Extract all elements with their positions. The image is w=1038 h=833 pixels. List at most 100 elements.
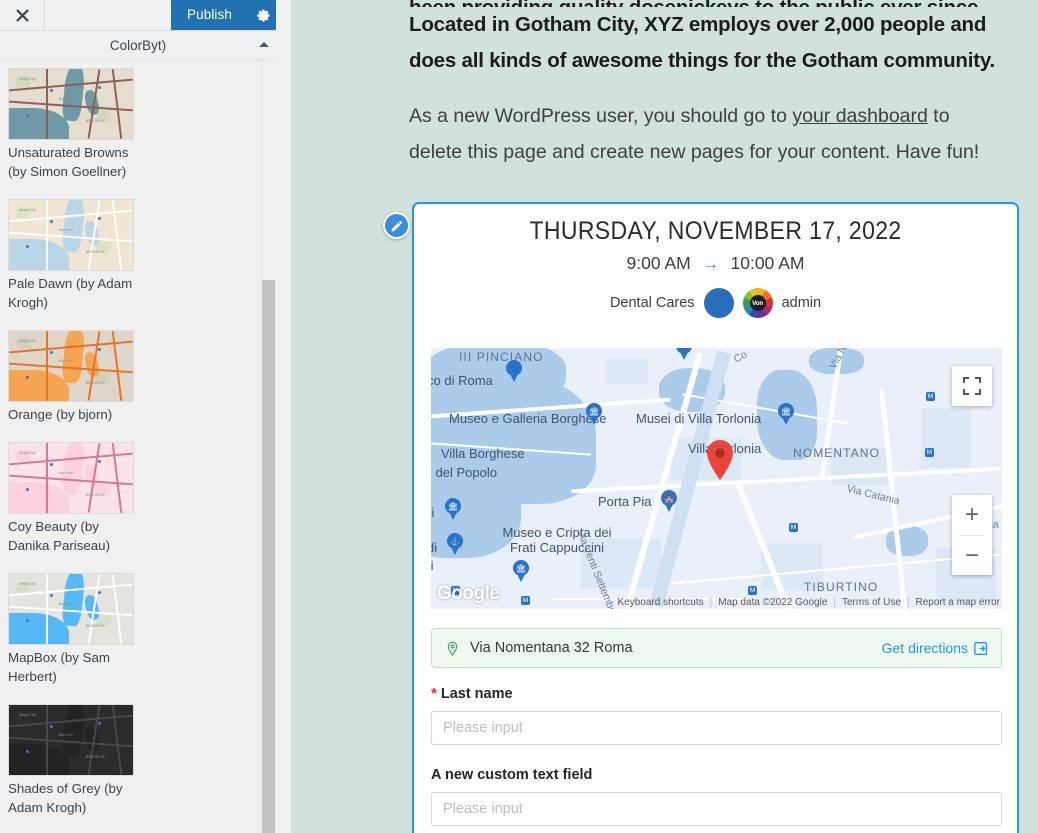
map-poi-pin[interactable]: 🏛 (445, 498, 461, 520)
map-poi-pin[interactable]: ⚓ (447, 533, 463, 555)
service-name: Dental Cares (610, 295, 695, 311)
edit-appointment-button[interactable] (383, 212, 410, 239)
map-area-label: III PINCIANO (459, 350, 544, 365)
map-data-attribution: Map data ©2022 Google (718, 597, 827, 608)
form-field-label: *Last name (431, 686, 1002, 702)
map-metro-icon: M (926, 392, 935, 401)
map-zoom-in-button[interactable]: + (952, 495, 992, 535)
map-poi-pin[interactable]: 🏛 (586, 403, 602, 425)
appointment-time-range: 9:00 AM → 10:00 AM (414, 253, 1017, 274)
customizer-section-header[interactable]: ColorByt) (0, 31, 276, 60)
keyboard-shortcuts-link[interactable]: Keyboard shortcuts (617, 597, 703, 608)
map-style-label: Unsaturated Browns (by Simon Goellner) (8, 143, 134, 181)
sidebar-scrollbar-thumb[interactable] (262, 280, 275, 833)
staff-avatar-initials: Von (750, 295, 766, 311)
intro-paragraph: As a new WordPress user, you should go t… (409, 98, 1004, 170)
map-poi-pin[interactable]: 🏛 (513, 560, 529, 582)
red-map-marker-icon (706, 440, 734, 480)
map-metro-icon: M (925, 448, 934, 457)
map-place-label: co di Roma (431, 373, 493, 388)
address-bar: Via Nomentana 32 Roma Get directions (431, 628, 1002, 668)
close-customizer-button[interactable] (0, 0, 45, 30)
terms-of-use-link[interactable]: Terms of Use (842, 597, 901, 608)
map-metro-icon: M (748, 586, 757, 595)
map-place-label: ci (431, 505, 434, 520)
map-style-option[interactable]: Jersey CityNew YorkBROOKLYNUnsaturated B… (8, 68, 134, 181)
form-field: A new custom text field (431, 767, 1002, 826)
form-field-label: A new custom text field (431, 767, 1002, 783)
appointment-card: THURSDAY, NOVEMBER 17, 2022 9:00 AM → 10… (412, 202, 1019, 833)
intro-bold-line-3: does all kinds of awesome things for the… (409, 49, 995, 72)
chevron-up-icon[interactable] (259, 42, 269, 47)
divider: | (907, 597, 910, 608)
publish-settings-button[interactable] (246, 0, 280, 30)
map-place-label: Museo e Galleria Borghese (449, 411, 607, 426)
customizer-header: Publish (0, 0, 291, 31)
map-place-label: di (431, 540, 437, 555)
publish-button[interactable]: Publish (171, 0, 246, 30)
map-place-label: i del Popolo (431, 465, 497, 480)
theme-customizer-panel: Publish ColorByt) Jersey CityNew YorkBRO… (0, 0, 291, 833)
get-directions-link[interactable]: Get directions (882, 640, 989, 656)
report-map-error-link[interactable]: Report a map error (916, 597, 1000, 608)
external-link-icon (974, 641, 989, 656)
map-credits: Keyboard shortcuts | Map data ©2022 Goog… (617, 597, 1000, 608)
dashboard-link[interactable]: your dashboard (792, 105, 928, 127)
map-area-label: NOMENTANO (793, 446, 880, 461)
map-poi-pin[interactable] (676, 348, 692, 360)
appointment-location-map[interactable]: III PINCIANO co di Roma Museo e Galleria… (431, 348, 1002, 609)
map-style-label: Pale Dawn (by Adam Krogh) (8, 274, 134, 312)
gear-icon (256, 8, 271, 23)
map-style-option[interactable]: Jersey CityNew YorkBROOKLYNCoy Beauty (b… (8, 442, 134, 555)
map-poi-pin[interactable]: 🏰 (661, 490, 677, 512)
map-style-option[interactable]: Jersey CityNew YorkBROOKLYNShades of Gre… (8, 704, 134, 817)
service-avatar (704, 288, 734, 318)
form-text-input[interactable] (431, 792, 1002, 826)
map-style-option[interactable]: Jersey CityNew YorkBROOKLYNPale Dawn (by… (8, 199, 134, 312)
map-style-label: Shades of Grey (by Adam Krogh) (8, 779, 134, 817)
map-poi-pin[interactable]: 🐾 (506, 360, 522, 382)
map-style-thumbnail: Jersey CityNew YorkBROOKLYN (8, 442, 134, 514)
map-metro-icon: M (789, 523, 798, 532)
map-style-grid: Jersey CityNew YorkBROOKLYNUnsaturated B… (0, 60, 276, 833)
form-field-label-text: A new custom text field (431, 767, 592, 783)
map-style-thumbnail: Jersey CityNew YorkBROOKLYN (8, 330, 134, 402)
map-area-label: TIBURTINO (804, 580, 878, 595)
map-metro-icon: M (521, 596, 530, 605)
map-place-label: Musei di Villa Torlonia (636, 411, 761, 426)
map-style-thumbnail: Jersey CityNew YorkBROOKLYN (8, 704, 134, 776)
appointment-date: THURSDAY, NOVEMBER 17, 2022 (438, 217, 993, 246)
arrow-right-icon: → (696, 256, 726, 273)
map-zoom-out-button[interactable]: − (952, 536, 992, 576)
staff-name: admin (782, 295, 822, 311)
appointment-location-marker[interactable] (706, 440, 734, 480)
address-left-group: Via Nomentana 32 Roma (445, 640, 882, 656)
map-style-thumbnail: Jersey CityNew YorkBROOKLYN (8, 573, 134, 645)
intro-bold-line-1: been providing quality dosenickeys to th… (409, 0, 1004, 7)
google-logo: Google (437, 583, 499, 605)
divider: | (833, 597, 836, 608)
intro-para-before: As a new WordPress user, you should go t… (409, 105, 792, 127)
map-block (606, 358, 648, 384)
section-title: ColorByt) (110, 38, 166, 53)
map-style-option[interactable]: Jersey CityNew YorkBROOKLYN Orange (by bj… (8, 330, 134, 424)
map-style-label: Coy Beauty (by Danika Pariseau) (8, 517, 134, 555)
form-field: *Last name (431, 686, 1002, 745)
intro-text-block: been providing quality dosenickeys to th… (409, 0, 1004, 170)
map-style-option[interactable]: Jersey CityNew YorkBROOKLYNMapBox (by Sa… (8, 573, 134, 686)
map-style-label: Orange (by bjorn) (8, 405, 134, 424)
map-fullscreen-button[interactable] (952, 366, 992, 406)
divider: | (710, 597, 713, 608)
map-style-thumbnail: Jersey CityNew YorkBROOKLYN (8, 68, 134, 140)
appointment-end-time: 10:00 AM (731, 253, 805, 273)
map-style-thumbnail: Jersey CityNew YorkBROOKLYN (8, 199, 134, 271)
map-place-label: Museo e Cripta dei Frati Cappuccini (497, 525, 617, 555)
location-pin-icon (445, 641, 460, 656)
map-poi-pin[interactable]: 🏛 (778, 403, 794, 425)
sidebar-right-edge (276, 0, 291, 833)
appointment-start-time: 9:00 AM (627, 253, 691, 273)
form-text-input[interactable] (431, 711, 1002, 745)
required-asterisk: * (431, 686, 437, 701)
map-place-label: Villa Borghese (441, 446, 525, 461)
map-road (571, 467, 1001, 493)
